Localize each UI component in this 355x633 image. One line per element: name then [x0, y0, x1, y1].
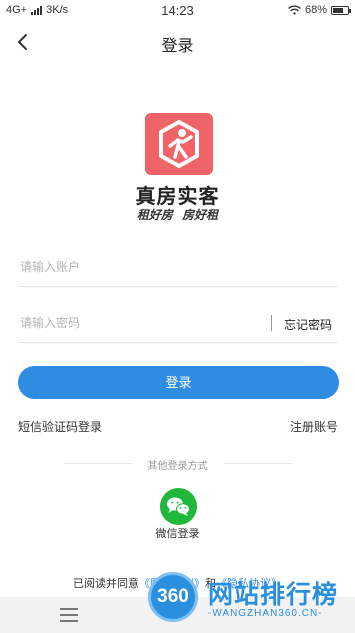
- password-field: 忘记密码: [18, 303, 338, 343]
- forgot-divider: [271, 315, 272, 331]
- service-agreement-link[interactable]: 《服务协议》: [139, 578, 205, 590]
- forgot-password-link[interactable]: 忘记密码: [284, 316, 332, 333]
- agreement-joiner: 和: [205, 578, 216, 590]
- battery-percent: 68%: [304, 4, 327, 16]
- agreement-prefix: 已阅读并同意: [73, 578, 139, 590]
- house-logo-icon: [159, 120, 199, 168]
- privacy-agreement-link[interactable]: 《隐私协议》: [216, 578, 282, 590]
- wechat-icon: [167, 497, 190, 516]
- app-name: 真房实客: [135, 186, 220, 208]
- login-button[interactable]: 登录: [18, 366, 339, 399]
- hamburger-menu-icon[interactable]: [60, 608, 78, 622]
- sms-login-link[interactable]: 短信验证码登录: [18, 418, 102, 435]
- app-logo: [145, 113, 213, 175]
- account-field: [18, 247, 338, 287]
- wechat-login-label: 微信登录: [155, 528, 200, 540]
- password-input[interactable]: [20, 313, 250, 333]
- status-right: 68%: [288, 4, 351, 16]
- wechat-login-button[interactable]: [160, 488, 197, 525]
- page-title: 登录: [161, 38, 194, 55]
- register-link[interactable]: 注册账号: [290, 418, 338, 435]
- account-input[interactable]: [20, 257, 250, 277]
- wifi-icon: [288, 5, 301, 15]
- status-bar: 4G+ 3K/s 14:23 68%: [0, 0, 355, 22]
- battery-icon: [331, 5, 351, 15]
- nav-bar: 登录: [0, 26, 355, 58]
- bottom-nav-bar: [0, 597, 355, 633]
- other-login-label: 其他登录方式: [147, 461, 208, 472]
- divider-right: [224, 463, 292, 464]
- agreement-text: 已阅读并同意《服务协议》和《隐私协议》: [0, 575, 355, 591]
- app-slogan: 租好房 房好租: [136, 208, 219, 222]
